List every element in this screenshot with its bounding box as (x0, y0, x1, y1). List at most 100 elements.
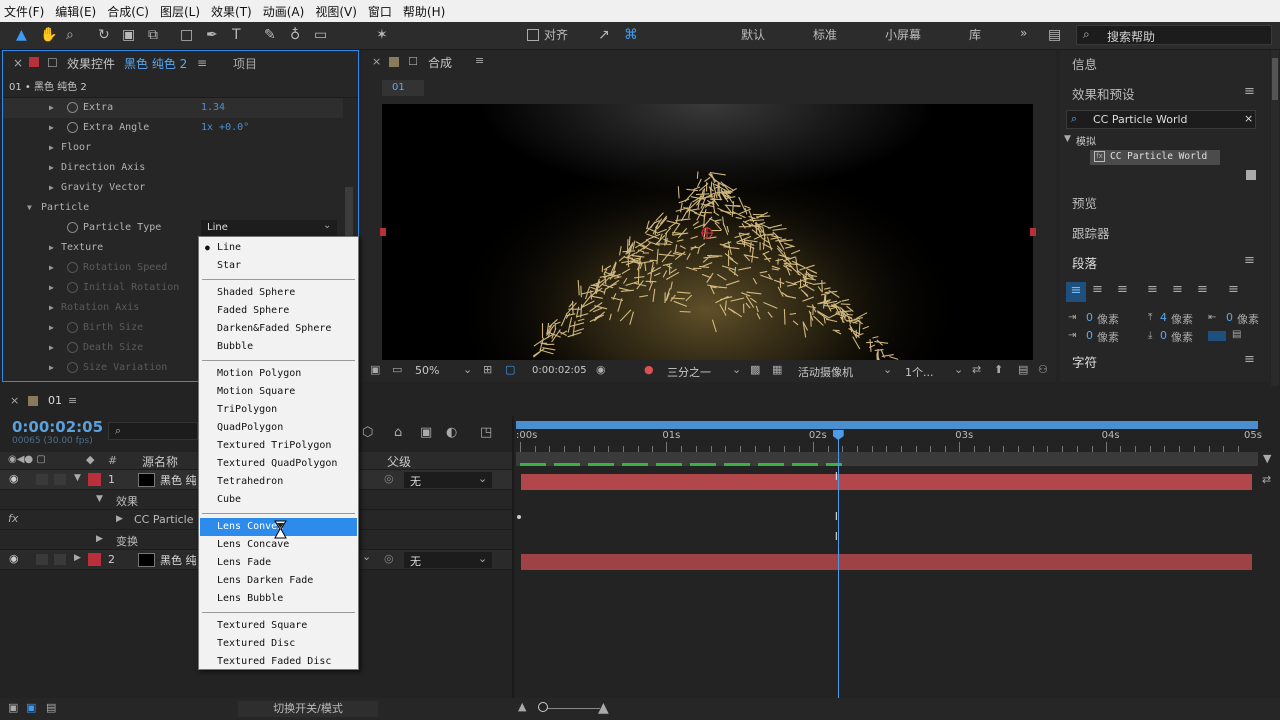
justify-center-icon[interactable]: ≡ (1172, 282, 1183, 297)
stopwatch-icon[interactable] (67, 322, 78, 333)
justify-right-icon[interactable]: ≡ (1197, 282, 1208, 297)
resolution-chevron-icon[interactable]: ⌄ (732, 363, 741, 376)
stopwatch-icon[interactable] (67, 222, 78, 233)
time-ruler[interactable]: :00s 01s 02s 03s 04s 05s (516, 430, 1262, 452)
workspace-standard[interactable]: 标准 (813, 26, 837, 43)
timeline-menu-icon[interactable]: ≡ (68, 394, 77, 407)
character-menu-icon[interactable]: ≡ (1244, 352, 1255, 367)
expand-effects-icon[interactable]: ▼ (96, 494, 103, 504)
clear-search-icon[interactable]: × (1244, 112, 1253, 125)
selection-tool-icon[interactable]: ▲ (16, 25, 27, 45)
expand-icon[interactable]: ▶ (49, 158, 54, 178)
expand-icon[interactable]: ▶ (49, 118, 54, 138)
effect-property-row[interactable]: ▶ Direction Axis (3, 158, 343, 178)
particle-type-option[interactable]: Cube (200, 491, 357, 509)
snap-grid-icon[interactable]: ⌘ (624, 25, 638, 45)
particle-type-select[interactable]: Line ⌄ (201, 220, 337, 236)
tab-effect-layer[interactable]: 黑色 纯色 2 (124, 55, 187, 72)
visibility-eye-icon-2[interactable]: ◉ (9, 552, 19, 565)
exposure-icon[interactable]: ⬆ (994, 363, 1003, 376)
menu-item[interactable]: 文件(F) (4, 3, 44, 20)
camera-select[interactable]: 活动摄像机 (798, 364, 853, 380)
layer-handle-left[interactable] (380, 228, 386, 236)
parent-select-2[interactable]: 无 ⌄ (404, 552, 492, 568)
work-area-range[interactable] (516, 421, 1258, 429)
comp-breadcrumb[interactable]: 01 (382, 80, 424, 96)
graph-editor-icon[interactable]: ◳ (480, 425, 492, 440)
frame-blending-icon[interactable]: ▣ (420, 425, 432, 440)
timeline-divider[interactable] (512, 416, 514, 702)
comp-panel-menu-icon[interactable]: ≡ (475, 54, 484, 67)
display-icon[interactable]: ▭ (392, 363, 402, 376)
particle-type-option[interactable]: Faded Sphere (200, 302, 357, 320)
effects-presets-title[interactable]: 效果和预设 (1072, 84, 1135, 103)
expand-icon[interactable]: ▶ (49, 298, 54, 318)
particle-type-option[interactable]: Motion Square (200, 383, 357, 401)
views-chevron-icon[interactable]: ⌄ (954, 363, 963, 376)
tab-timeline-01[interactable]: 01 (48, 394, 62, 407)
expand-icon[interactable]: ▶ (49, 98, 54, 118)
snap-option-icon[interactable]: ↗ (598, 25, 610, 45)
help-search-input[interactable]: ⌕ 搜索帮助 (1076, 25, 1272, 45)
menu-item[interactable]: 动画(A) (263, 3, 305, 20)
stopwatch-icon[interactable] (67, 262, 78, 273)
effect-property-row[interactable]: Particle Type Line ⌄ (3, 218, 343, 238)
hand-tool-icon[interactable]: ✋ (40, 25, 57, 45)
nav-icon[interactable]: ⇄ (1262, 473, 1271, 486)
indent-left-value[interactable]: 0 (1086, 311, 1093, 324)
stopwatch-icon[interactable] (67, 102, 78, 113)
workspace-small-screen[interactable]: 小屏幕 (885, 26, 921, 43)
comp-timecode[interactable]: 0:00:02:05 (532, 365, 587, 376)
stopwatch-icon[interactable] (67, 282, 78, 293)
shy-layers-icon[interactable]: ⌂ (394, 425, 402, 440)
effect-property-value[interactable]: 1x +0.0° (201, 118, 249, 138)
expand-icon[interactable]: ▶ (49, 138, 54, 158)
effect-property-row[interactable]: ▶ Extra Angle 1x +0.0° (3, 118, 343, 138)
toggle-switches-modes[interactable]: 切换开关/模式 (238, 701, 378, 717)
effects-menu-icon[interactable]: ≡ (1244, 84, 1255, 99)
direction-ltr-icon[interactable] (1208, 331, 1226, 341)
effect-result-item[interactable]: fx CC Particle World (1090, 150, 1220, 165)
particle-type-option[interactable]: Bubble (200, 338, 357, 356)
tab-composition[interactable]: 合成 (428, 54, 452, 71)
close-comp-icon[interactable]: × (372, 55, 381, 68)
safe-margins-icon[interactable]: ⊞ (483, 363, 492, 376)
right-scrollbar-track[interactable] (1271, 50, 1279, 386)
layer-label-color[interactable] (88, 473, 101, 486)
rectangle-tool-icon[interactable]: □ (180, 25, 193, 45)
particle-type-option[interactable]: Shaded Sphere (200, 284, 357, 302)
type-tool-icon[interactable]: T (232, 25, 241, 45)
network-icon[interactable]: ⚇ (1038, 363, 1048, 376)
zoom-in-icon[interactable]: ▲ (598, 700, 609, 716)
particle-type-option[interactable]: Darken&Faded Sphere (200, 320, 357, 338)
menu-item[interactable]: 帮助(H) (403, 3, 445, 20)
stopwatch-icon[interactable] (67, 342, 78, 353)
region-of-interest-icon[interactable]: ▢ (505, 363, 515, 376)
more-workspaces-icon[interactable]: » (1020, 26, 1027, 40)
direction-rtl-icon[interactable]: ▤ (1232, 329, 1241, 340)
column-parent[interactable]: 父级 (387, 453, 411, 470)
justify-all-icon[interactable]: ≡ (1228, 282, 1239, 297)
tab-effect-controls[interactable]: 效果控件 (67, 55, 115, 72)
expand-icon[interactable]: ▶ (49, 318, 54, 338)
3d-draft-icon[interactable]: ⬡ (362, 425, 373, 440)
snap-checkbox[interactable] (527, 29, 539, 41)
keyframe-marker[interactable]: I (835, 530, 838, 543)
paragraph-panel-title[interactable]: 段落 (1072, 253, 1097, 272)
particle-type-option[interactable]: Lens Bubble (200, 590, 357, 608)
pick-whip-2-icon[interactable]: ◎ (384, 552, 394, 565)
indent-right-value[interactable]: 0 (1226, 311, 1233, 324)
layer-name[interactable]: 黑色 纯色 2 (160, 472, 196, 488)
mode-chevron-icon[interactable]: ⌄ (362, 550, 371, 563)
workspace-library[interactable]: 库 (969, 26, 981, 43)
space-after-value[interactable]: 0 (1160, 329, 1167, 342)
expand-transform-icon[interactable]: ▶ (96, 534, 103, 544)
camera-tool-icon[interactable]: ▣ (122, 25, 135, 45)
fx-switch-icon[interactable]: fx (8, 512, 18, 525)
work-area-bar[interactable] (516, 421, 1258, 429)
layer-2-name[interactable]: 黑色 纯色 1 (160, 552, 196, 568)
effects-search-input[interactable]: ⌕ CC Particle World × (1066, 110, 1256, 129)
resolution-select[interactable]: 三分之一 (667, 364, 711, 380)
expand-layer-2-icon[interactable]: ▶ (74, 553, 81, 563)
close-timeline-icon[interactable]: × (10, 394, 19, 407)
